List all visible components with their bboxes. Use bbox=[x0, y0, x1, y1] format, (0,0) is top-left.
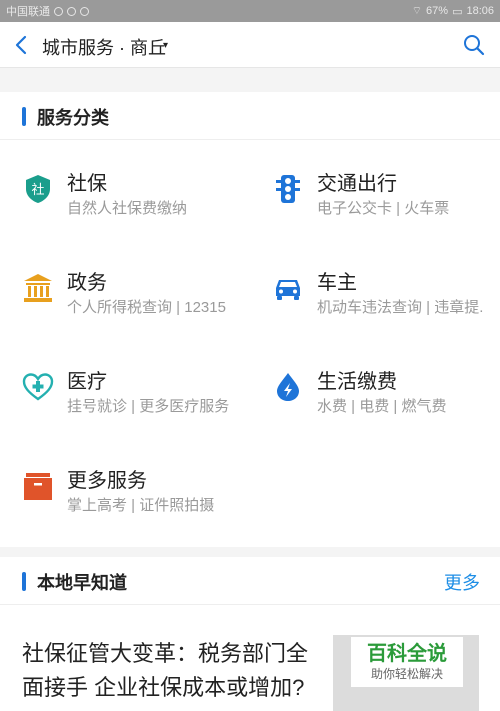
status-bar: 中国联通 ⌔ 67% ▭ 18:06 bbox=[0, 0, 500, 22]
medical-heart-icon bbox=[22, 373, 54, 401]
shield-icon: 社 bbox=[26, 175, 50, 203]
back-arrow-icon[interactable] bbox=[12, 34, 32, 56]
water-drop-icon bbox=[277, 373, 299, 401]
watermark-subtitle: 助你轻松解决 bbox=[370, 667, 443, 681]
section-accent-bar bbox=[22, 107, 26, 126]
service-item-more-services[interactable]: 更多服务 掌上高考 | 证件照拍摄 bbox=[22, 464, 262, 524]
service-desc: 电子公交卡 | 火车票 bbox=[317, 200, 450, 217]
clock: 18:06 bbox=[466, 5, 494, 17]
service-desc: 机动车违法查询 | 违章提. bbox=[317, 299, 484, 316]
service-desc: 水费 | 电费 | 燃气费 bbox=[317, 398, 447, 415]
notification-icon bbox=[54, 6, 63, 16]
battery-label: 67% bbox=[426, 5, 449, 17]
traffic-light-icon bbox=[276, 175, 300, 203]
service-name: 车主 bbox=[317, 272, 357, 294]
service-desc: 自然人社保费缴纳 bbox=[67, 200, 188, 217]
more-link[interactable]: 更多 bbox=[444, 569, 480, 595]
government-building-icon bbox=[24, 274, 52, 302]
section-title: 服务分类 bbox=[37, 108, 109, 128]
service-item-medical[interactable]: 医疗 挂号就诊 | 更多医疗服务 bbox=[22, 365, 262, 425]
notification-icon bbox=[67, 6, 76, 16]
service-desc: 挂号就诊 | 更多医疗服务 bbox=[67, 398, 230, 415]
news-headline[interactable]: 社保征管大变革：税务部门全面接手 企业社保成本或增加? bbox=[22, 637, 312, 705]
service-item-social-security[interactable]: 社 社保 自然人社保费缴纳 bbox=[22, 167, 262, 227]
service-name: 社保 bbox=[67, 173, 107, 195]
box-icon bbox=[24, 473, 52, 500]
section-accent-bar bbox=[22, 572, 26, 591]
car-icon bbox=[276, 280, 300, 300]
service-item-government[interactable]: 政务 个人所得税查询 | 12315 bbox=[22, 266, 262, 326]
chevron-down-icon[interactable]: ▾ bbox=[163, 40, 168, 51]
section-header: 本地早知道 更多 bbox=[0, 557, 500, 605]
section-title: 本地早知道 bbox=[37, 573, 127, 593]
service-item-car-owner[interactable]: 车主 机动车违法查询 | 违章提. bbox=[272, 266, 500, 326]
service-category-section: 服务分类 社 社保 自然人社保费缴纳 交通出行 电子公交卡 | 火车票 政务 个… bbox=[0, 92, 500, 547]
city-selector[interactable]: 城市服务 · 商丘 bbox=[42, 34, 166, 60]
service-name: 更多服务 bbox=[67, 470, 147, 492]
top-nav-bar: 城市服务 · 商丘 ▾ bbox=[0, 22, 500, 68]
service-name: 医疗 bbox=[67, 371, 107, 393]
wifi-icon: ⌔ bbox=[411, 5, 423, 17]
watermark-logo: 百科全说 助你轻松解决 bbox=[351, 637, 463, 687]
section-header: 服务分类 bbox=[0, 92, 500, 140]
notification-icon bbox=[80, 6, 89, 16]
local-news-section: 本地早知道 更多 社保征管大变革：税务部门全面接手 企业社保成本或增加? 百科全… bbox=[0, 557, 500, 711]
service-item-transport[interactable]: 交通出行 电子公交卡 | 火车票 bbox=[272, 167, 500, 227]
shield-icon-label: 社 bbox=[31, 182, 44, 198]
service-desc: 个人所得税查询 | 12315 bbox=[67, 299, 226, 316]
carrier-label: 中国联通 bbox=[6, 6, 50, 18]
watermark-title: 百科全说 bbox=[367, 643, 447, 665]
search-icon[interactable] bbox=[462, 33, 486, 57]
service-name: 交通出行 bbox=[317, 173, 397, 195]
battery-icon: ▭ bbox=[452, 5, 463, 18]
service-item-utility-payment[interactable]: 生活缴费 水费 | 电费 | 燃气费 bbox=[272, 365, 500, 425]
news-thumbnail[interactable]: 百科全说 助你轻松解决 bbox=[333, 635, 479, 711]
service-name: 政务 bbox=[67, 272, 107, 294]
service-name: 生活缴费 bbox=[317, 371, 397, 393]
service-desc: 掌上高考 | 证件照拍摄 bbox=[67, 497, 215, 514]
